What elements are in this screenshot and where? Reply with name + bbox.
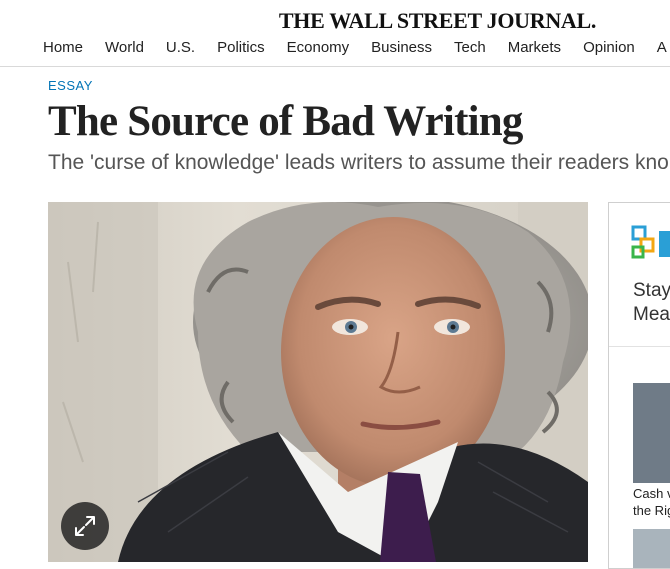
nav-item-markets[interactable]: Markets: [508, 39, 561, 59]
article-headline: The Source of Bad Writing: [48, 98, 523, 145]
ad-image-secondary[interactable]: [633, 529, 670, 568]
ad-divider: [609, 346, 670, 347]
wsj-logo[interactable]: THE WALL STREET JOURNAL.: [0, 8, 670, 34]
nav-item-us[interactable]: U.S.: [166, 39, 195, 59]
nav-item-tech[interactable]: Tech: [454, 39, 486, 59]
nav-item-opinion[interactable]: Opinion: [583, 39, 635, 59]
ad-headline-line2: Mea: [633, 304, 670, 325]
ad-caption-line2: the Rig: [633, 503, 670, 518]
ad-caption[interactable]: Cash v the Rig: [633, 485, 670, 519]
masthead: THE WALL STREET JOURNAL. Home World U.S.…: [0, 0, 670, 67]
main-nav: Home World U.S. Politics Economy Busines…: [43, 39, 670, 59]
ad-image[interactable]: [633, 383, 670, 483]
ad-headline: Stay Mea: [633, 279, 670, 327]
ad-caption-line1: Cash v: [633, 486, 670, 501]
nav-item-world[interactable]: World: [105, 39, 144, 59]
sidebar-ad[interactable]: Stay Mea Cash v the Rig: [608, 202, 670, 569]
nav-item-home[interactable]: Home: [43, 39, 83, 59]
nav-item-arts-cut[interactable]: A: [657, 39, 667, 59]
article-kicker[interactable]: ESSAY: [48, 78, 93, 93]
hero-image[interactable]: [48, 202, 588, 562]
nav-item-business[interactable]: Business: [371, 39, 432, 59]
ad-brand-logo-icon: [631, 225, 670, 259]
nav-item-politics[interactable]: Politics: [217, 39, 265, 59]
portrait-photo: [48, 202, 588, 562]
nav-item-economy[interactable]: Economy: [287, 39, 350, 59]
expand-image-button[interactable]: [61, 502, 109, 550]
expand-icon: [75, 516, 95, 536]
ad-headline-line1: Stay: [633, 280, 670, 301]
article-dek: The 'curse of knowledge' leads writers t…: [48, 151, 669, 174]
